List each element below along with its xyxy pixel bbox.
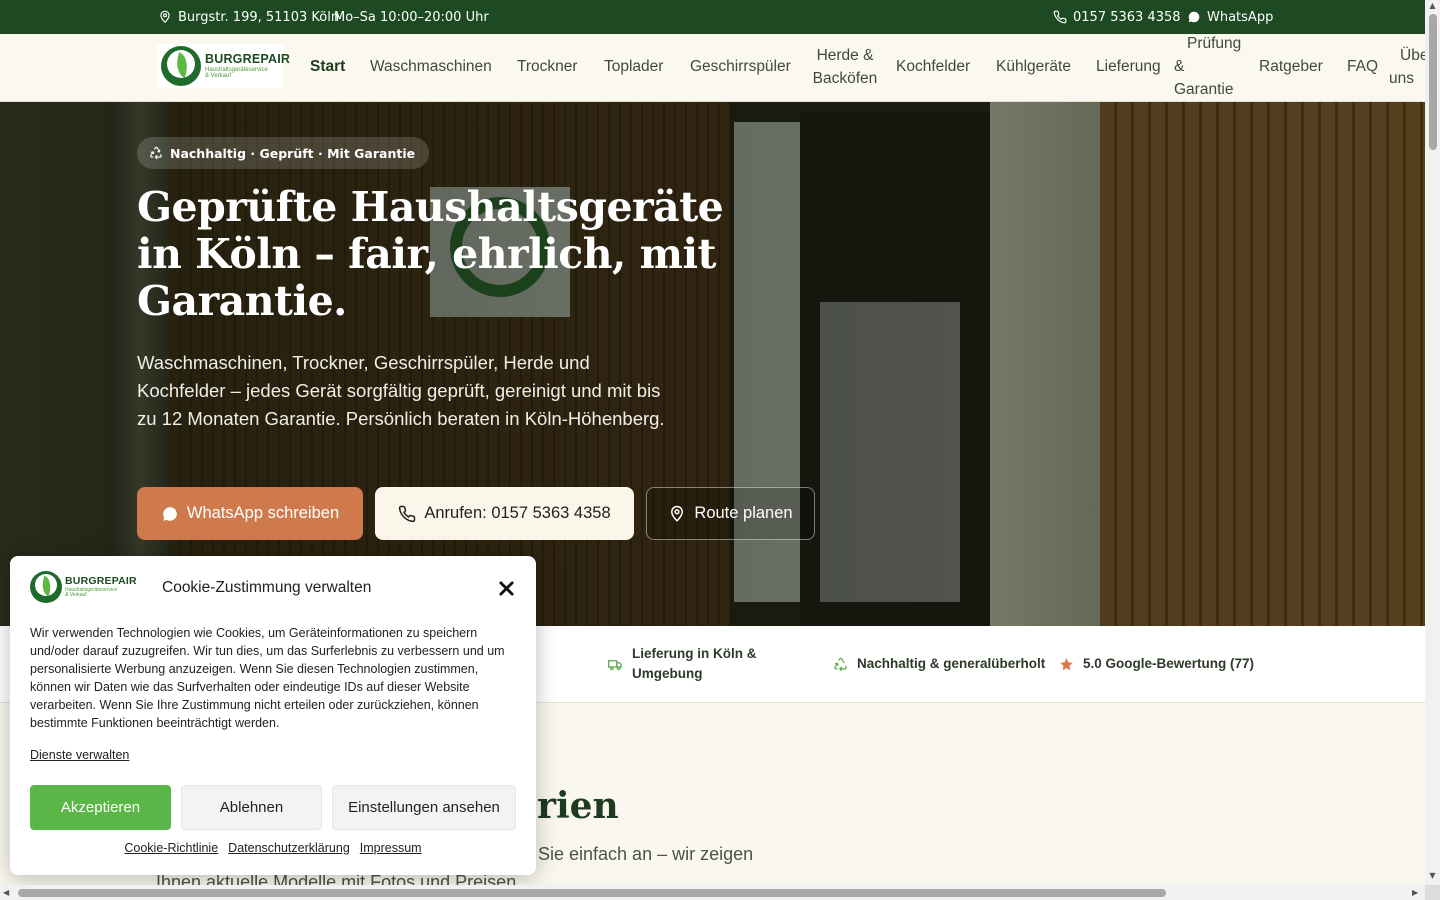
cookie-consent-dialog: BURGREPAIR Haushaltsgeräteservice & Verk… (10, 556, 536, 875)
vertical-scrollbar[interactable]: ▲ ▼ (1425, 0, 1440, 885)
site-logo[interactable]: BURGREPAIR Haushaltsgeräteservice & Verk… (157, 44, 290, 88)
cookie-logo-brand: BURGREPAIR (65, 574, 137, 587)
top-info-bar: Burgstr. 199, 51103 Köln Mo–Sa 10:00–20:… (0, 0, 1425, 34)
nav-pruefung-line-2: & (1174, 58, 1185, 75)
nav-pruefung-garantie[interactable]: Prüfung & Garantie (1174, 32, 1246, 101)
trust-sustainable: Nachhaltig & generalüberholt (833, 654, 1045, 674)
recycle-icon (834, 657, 847, 671)
address-info: Burgstr. 199, 51103 Köln (158, 0, 339, 34)
whatsapp-icon (1188, 11, 1200, 23)
cookie-manage-services-link[interactable]: Dienste verwalten (30, 748, 129, 762)
cookie-title: Cookie-Zustimmung verwalten (162, 579, 372, 596)
logo-leaf-icon (161, 46, 201, 86)
hours-text: Mo–Sa 10:00–20:00 Uhr (334, 9, 489, 25)
cookie-logo: BURGREPAIR Haushaltsgeräteservice & Verk… (30, 570, 137, 604)
map-pin-icon (160, 10, 170, 24)
nav-ratgeber[interactable]: Ratgeber (1259, 55, 1323, 78)
nav-trockner[interactable]: Trockner (517, 55, 578, 78)
hero-section: Nachhaltig · Geprüft · Mit Garantie Gepr… (0, 102, 1425, 626)
logo-tagline-2: & Verkauf (205, 73, 232, 80)
scroll-right-arrow-icon[interactable]: ▶ (1412, 888, 1420, 897)
section-title: rien (537, 785, 619, 827)
hero-badge-text: Nachhaltig · Geprüft · Mit Garantie (170, 145, 416, 161)
scroll-left-arrow-icon[interactable]: ◀ (3, 888, 11, 897)
topbar-phone-link[interactable]: 0157 5363 4358 (1053, 0, 1181, 34)
route-button-label: Route planen (694, 504, 793, 522)
imprint-link[interactable]: Impressum (360, 841, 422, 855)
cookie-footer-links: Cookie-Richtlinie Datenschutzerklärung I… (10, 841, 536, 855)
horizontal-scroll-thumb[interactable] (18, 889, 1166, 897)
topbar-phone-text: 0157 5363 4358 (1073, 9, 1181, 25)
nav-herde-line-2: Backöfen (812, 70, 878, 87)
hero-title: Geprüfte Haushaltsgeräte in Köln – fair,… (137, 183, 724, 325)
recycle-icon (150, 146, 162, 160)
nav-geschirrspueler[interactable]: Geschirrspüler (690, 55, 791, 78)
cookie-settings-button[interactable]: Einstellungen ansehen (332, 785, 516, 830)
section-text-line-1: Sie einfach an – wir zeigen (538, 844, 754, 864)
trust-rating-text: 5.0 Google-Bewertung (77) (1083, 656, 1255, 671)
trust-sustainable-text: Nachhaltig & generalüberholt (857, 656, 1046, 671)
nav-kuehlgeraete[interactable]: Kühlgeräte (996, 55, 1071, 78)
nav-herde-backoefen[interactable]: Herde & Backöfen (806, 44, 884, 90)
cookie-accept-button[interactable]: Akzeptieren (30, 785, 171, 830)
phone-icon (1053, 10, 1067, 24)
truck-icon (608, 659, 622, 670)
cookie-close-button[interactable] (494, 576, 518, 600)
nav-herde-line-1: Herde & (816, 47, 874, 64)
logo-leaf-icon (30, 571, 62, 603)
nav-ueber-uns[interactable]: Über uns (1389, 44, 1425, 90)
nav-lieferung[interactable]: Lieferung (1096, 55, 1161, 78)
nav-kochfelder[interactable]: Kochfelder (896, 55, 970, 78)
trust-delivery: Lieferung in Köln & Umgebung (608, 644, 757, 684)
call-button[interactable]: Anrufen: 0157 5363 4358 (375, 487, 634, 540)
privacy-policy-link[interactable]: Datenschutzerklärung (228, 841, 350, 855)
trust-rating: 5.0 Google-Bewertung (77) (1059, 654, 1254, 674)
cookie-body-text: Wir verwenden Technologien wie Cookies, … (30, 626, 505, 730)
route-button[interactable]: Route planen (646, 487, 815, 540)
hero-badge: Nachhaltig · Geprüft · Mit Garantie (137, 137, 430, 169)
cookie-deny-button[interactable]: Ablehnen (181, 785, 322, 830)
main-navigation: BURGREPAIR Haushaltsgeräteservice & Verk… (0, 34, 1425, 102)
scrollbar-corner (1425, 885, 1440, 900)
cookie-policy-link[interactable]: Cookie-Richtlinie (124, 841, 218, 855)
trust-delivery-line-2: Umgebung (632, 666, 703, 681)
star-icon (1060, 657, 1073, 670)
whatsapp-button[interactable]: WhatsApp schreiben (137, 487, 363, 540)
nav-start[interactable]: Start (310, 55, 345, 78)
map-pin-icon (671, 505, 684, 522)
opening-hours: Mo–Sa 10:00–20:00 Uhr (334, 0, 489, 34)
address-text: Burgstr. 199, 51103 Köln (178, 9, 340, 25)
nav-waschmaschinen[interactable]: Waschmaschinen (370, 55, 492, 78)
whatsapp-button-label: WhatsApp schreiben (186, 504, 340, 522)
scroll-up-arrow-icon[interactable]: ▲ (1428, 2, 1437, 10)
nav-toplader[interactable]: Toplader (604, 55, 663, 78)
nav-ueber-line-2: uns (1389, 70, 1414, 87)
nav-faq[interactable]: FAQ (1347, 55, 1378, 78)
cookie-logo-tagline-2: & Verkauf (65, 592, 87, 599)
nav-ueber-line-1: Über (1400, 47, 1425, 64)
logo-brand: BURGREPAIR (205, 51, 291, 66)
nav-pruefung-line-1: Prüfung (1187, 35, 1242, 52)
horizontal-scrollbar[interactable]: ◀ ▶ (0, 885, 1425, 900)
whatsapp-icon (163, 506, 177, 521)
topbar-whatsapp-text: WhatsApp (1207, 9, 1274, 25)
scroll-down-arrow-icon[interactable]: ▼ (1428, 872, 1437, 880)
topbar-whatsapp-link[interactable]: WhatsApp (1187, 0, 1273, 34)
call-button-label: Anrufen: 0157 5363 4358 (424, 504, 611, 522)
vertical-scroll-thumb[interactable] (1429, 14, 1437, 150)
phone-icon (399, 505, 416, 522)
nav-pruefung-line-3: Garantie (1174, 81, 1234, 98)
close-icon (498, 580, 514, 596)
trust-delivery-line-1: Lieferung in Köln & (632, 646, 757, 661)
hero-description: Waschmaschinen, Trockner, Geschirrspüler… (137, 352, 665, 429)
